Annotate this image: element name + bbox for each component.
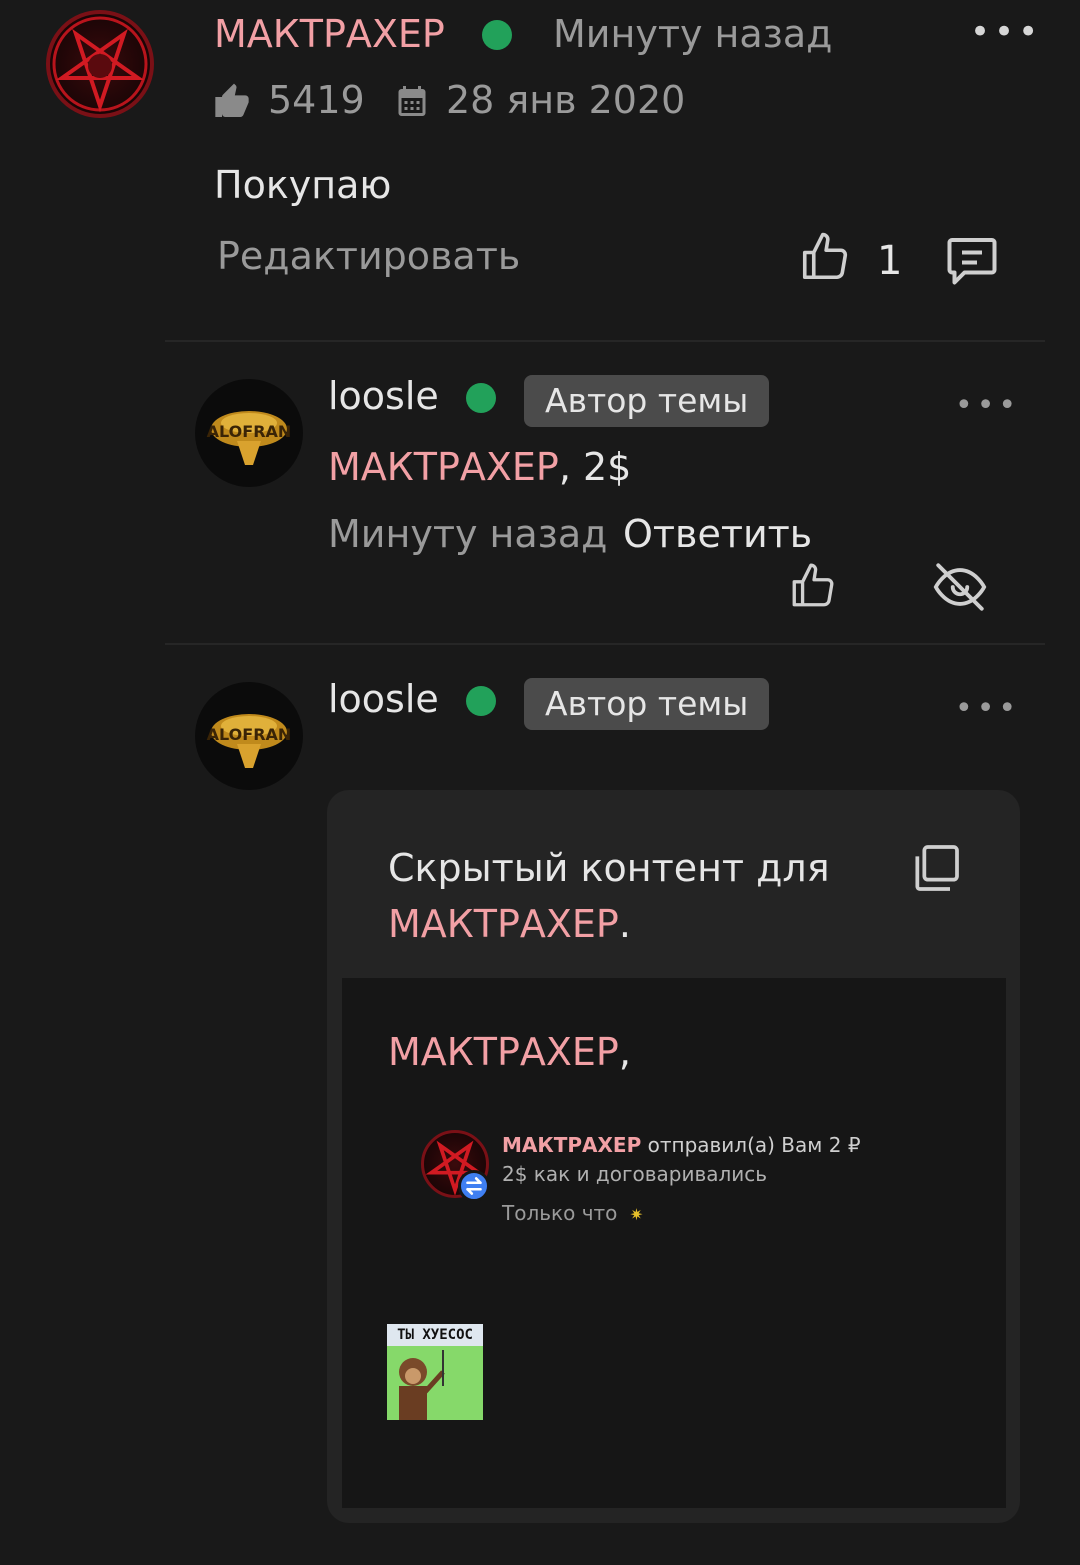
post-likes-count: 5419: [268, 78, 365, 122]
monkey-icon: [399, 1350, 445, 1420]
post-text: Покупаю: [214, 163, 392, 207]
comment-button[interactable]: [942, 230, 1002, 290]
hidden-title-user[interactable]: МАКТРАХЕР: [388, 902, 619, 946]
sticker-caption: ТЫ ХУЕСОС: [387, 1324, 483, 1346]
reply-button[interactable]: Ответить: [623, 512, 812, 556]
topic-author-badge: Автор темы: [524, 375, 770, 427]
sparkle-icon: ✷: [629, 1205, 644, 1224]
copy-icon: [915, 845, 959, 891]
hidden-title-suffix: .: [618, 902, 631, 946]
reply-more-button[interactable]: •••: [955, 388, 1020, 423]
sticker-image: ТЫ ХУЕСОС: [387, 1324, 483, 1420]
divider: [165, 643, 1045, 645]
notification-time-text: Только что: [502, 1201, 618, 1225]
avatar-logo-icon: ALOFRAN: [207, 411, 292, 465]
eye-off-icon: [933, 563, 987, 611]
thumbs-up-icon: [792, 563, 834, 607]
notification-message: 2$ как и договаривались: [502, 1162, 768, 1186]
like-button[interactable]: [798, 230, 852, 284]
notification-title: МАКТРАХЕР отправил(а) Вам 2 ₽: [502, 1133, 861, 1157]
svg-text:ALOFRAN: ALOFRAN: [207, 422, 292, 441]
notification-action: отправил(а) Вам 2 ₽: [641, 1133, 861, 1157]
topic-author-badge: Автор темы: [524, 678, 770, 730]
reply-author-name[interactable]: loosle: [328, 677, 439, 721]
online-indicator: [466, 686, 496, 716]
online-indicator: [466, 383, 496, 413]
post-time: Минуту назад: [553, 12, 833, 56]
greeting-suffix: ,: [618, 1030, 631, 1074]
hidden-greeting: МАКТРАХЕР,: [388, 1030, 631, 1074]
reply-text: МАКТРАХЕР, 2$: [328, 445, 631, 489]
copy-button[interactable]: [908, 840, 964, 896]
mention-link[interactable]: МАКТРАХЕР: [328, 445, 559, 489]
edit-button[interactable]: Редактировать: [217, 234, 520, 278]
reply-like-button[interactable]: [788, 560, 838, 612]
notification-sender: МАКТРАХЕР: [502, 1133, 642, 1157]
pentagram-icon: [52, 16, 148, 113]
thumbs-up-icon: [802, 232, 848, 280]
thumbs-up-icon: [212, 82, 252, 122]
post-join-date: 28 янв 2020: [446, 78, 686, 122]
avatar-reply-2[interactable]: ALOFRAN: [195, 682, 303, 790]
hidden-title-prefix: Скрытый контент для: [388, 846, 830, 890]
calendar-icon: [394, 82, 430, 120]
reply-time: Минуту назад: [328, 512, 608, 556]
hide-button[interactable]: [930, 558, 990, 616]
reaction-count: 1: [877, 238, 903, 284]
post-author-name[interactable]: МАКТРАХЕР: [214, 12, 445, 56]
reply-text-body: , 2$: [558, 445, 632, 489]
avatar-logo-icon: ALOFRAN: [207, 714, 292, 768]
avatar-main-author[interactable]: [46, 10, 154, 118]
hidden-content-title: Скрытый контент для МАКТРАХЕР.: [388, 840, 888, 952]
comment-icon: [947, 238, 997, 285]
transfer-badge-icon: [458, 1170, 490, 1202]
reply-author-name[interactable]: loosle: [328, 374, 439, 418]
divider: [165, 340, 1045, 342]
avatar-reply-1[interactable]: ALOFRAN: [195, 379, 303, 487]
reply-more-button[interactable]: •••: [955, 691, 1020, 726]
post-more-button[interactable]: •••: [970, 12, 1042, 52]
svg-text:ALOFRAN: ALOFRAN: [207, 725, 292, 744]
notification-time: Только что ✷: [502, 1201, 643, 1225]
greeting-user[interactable]: МАКТРАХЕР: [388, 1030, 619, 1074]
online-indicator: [482, 20, 512, 50]
